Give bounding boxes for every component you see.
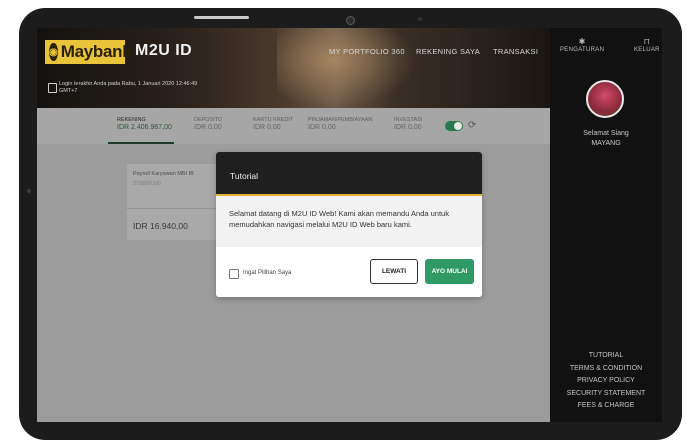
start-tutorial-button[interactable]: AYO MULAI — [425, 259, 474, 284]
avatar[interactable] — [586, 80, 624, 118]
modal-body: Selamat datang di M2U ID Web! Kami akan … — [216, 196, 482, 247]
link-terms[interactable]: TERMS & CONDITION — [550, 363, 662, 376]
tablet-top-button — [194, 16, 249, 19]
link-privacy[interactable]: PRIVACY POLICY — [550, 375, 662, 388]
brand-name: Maybank — [60, 42, 132, 61]
settings-button[interactable]: ✱ PENGATURAN — [560, 37, 605, 54]
tab-amount: IDR 0,00 — [194, 124, 222, 131]
app-screen: ◉ Maybank M2U ID MY PORTFOLIO 360 REKENI… — [37, 28, 662, 422]
modal-title: Tutorial — [230, 171, 259, 181]
footer-links: TUTORIAL TERMS & CONDITION PRIVACY POLIC… — [550, 350, 662, 413]
header-banner: ◉ Maybank M2U ID MY PORTFOLIO 360 REKENI… — [37, 28, 550, 108]
account-name: Payroll Karyawan MBI IB — [133, 171, 194, 177]
camera-icon — [346, 16, 355, 25]
tab-rekening[interactable]: REKENING IDR 2.406.967,00 — [117, 116, 172, 132]
account-balance: IDR 16.940,00 — [133, 221, 188, 231]
lock-icon: ⊓ — [643, 37, 651, 46]
link-security[interactable]: SECURITY STATEMENT — [550, 388, 662, 401]
tab-label: KARTU KREDIT — [253, 117, 294, 123]
active-tab-indicator — [108, 142, 174, 144]
app-title: M2U ID — [135, 42, 193, 59]
tab-label: INVESTASI — [394, 117, 423, 123]
tab-kartu-kredit[interactable]: KARTU KREDIT IDR 0,00 — [253, 116, 293, 132]
refresh-icon[interactable]: ⟳ — [468, 120, 476, 131]
maybank-logo[interactable]: ◉ Maybank — [45, 40, 132, 64]
nav-accounts[interactable]: REKENING SAYA — [416, 47, 480, 56]
sensor-dot — [418, 17, 422, 21]
tab-amount: IDR 0,00 — [253, 124, 281, 131]
tab-investasi[interactable]: INVESTASI IDR 0,00 — [394, 116, 422, 132]
link-tutorial[interactable]: TUTORIAL — [550, 350, 662, 363]
greeting-text: Selamat Siang — [583, 130, 629, 137]
modal-header: Tutorial — [216, 152, 482, 196]
tab-amount: IDR 0,00 — [394, 124, 422, 131]
tutorial-modal: Tutorial Selamat datang di M2U ID Web! K… — [216, 152, 482, 297]
tab-pinjaman[interactable]: PINJAMAN/PEMBIAYAAN IDR 0,00 — [308, 116, 372, 132]
remember-choice-label: Ingat Pilihan Saya — [243, 270, 292, 276]
tab-deposito[interactable]: DEPOSITO IDR 0,00 — [194, 116, 222, 132]
tiger-emblem-icon: ◉ — [49, 43, 58, 61]
modal-message: Selamat datang di M2U ID Web! Kami akan … — [229, 209, 449, 229]
last-login-info: Login terakhir Anda pada Rabu, 1 Januari… — [59, 81, 198, 94]
balance-visibility-toggle[interactable] — [445, 121, 463, 131]
right-sidebar: ✱ PENGATURAN ⊓ KELUAR Selamat Siang MAYA… — [550, 28, 662, 422]
nav-transactions[interactable]: TRANSAKSI — [493, 47, 538, 56]
modal-footer: Ingat Pilihan Saya LEWATI AYO MULAI — [216, 247, 482, 297]
remember-choice-checkbox[interactable] — [229, 269, 239, 279]
greeting: Selamat Siang MAYANG — [550, 129, 662, 149]
account-number: 2710007160 — [133, 181, 161, 187]
tab-label: REKENING — [117, 117, 146, 123]
settings-label: PENGATURAN — [560, 47, 605, 53]
gear-icon: ✱ — [578, 37, 586, 46]
tab-amount: IDR 2.406.967,00 — [117, 124, 172, 131]
logout-label: KELUAR — [634, 47, 660, 53]
link-fees[interactable]: FEES & CHARGE — [550, 400, 662, 413]
logout-button[interactable]: ⊓ KELUAR — [634, 37, 660, 54]
tab-label: PINJAMAN/PEMBIAYAAN — [308, 117, 373, 123]
card-divider — [127, 208, 222, 209]
nav-portfolio[interactable]: MY PORTFOLIO 360 — [329, 47, 405, 56]
tab-amount: IDR 0,00 — [308, 124, 336, 131]
login-history-icon — [48, 83, 57, 93]
skip-button[interactable]: LEWATI — [370, 259, 418, 284]
tab-label: DEPOSITO — [194, 117, 223, 123]
user-name: MAYANG — [591, 140, 621, 147]
home-dot — [27, 189, 31, 193]
account-card[interactable]: Payroll Karyawan MBI IB 2710007160 IDR 1… — [127, 164, 222, 240]
